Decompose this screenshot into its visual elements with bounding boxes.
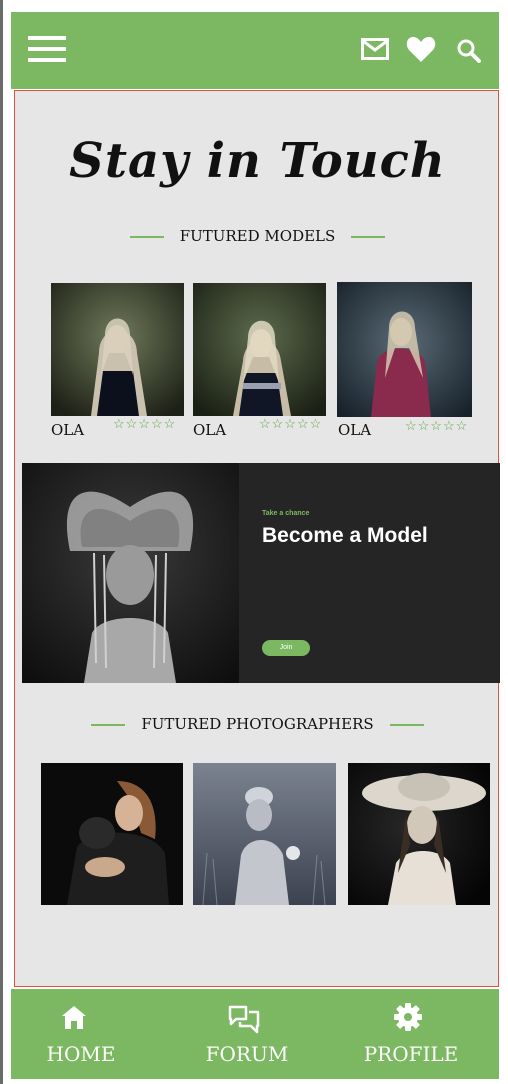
model-photo[interactable] [193,283,326,416]
banner-photo [22,463,239,683]
model-name[interactable]: OLA [338,421,371,439]
photographer-photo[interactable] [41,763,183,905]
model-name[interactable]: OLA [51,421,84,439]
become-model-banner: Take a chance Become a Model Join [22,463,500,683]
photographer-photo[interactable] [193,763,336,905]
rating-stars: ☆☆☆☆☆ [405,419,469,434]
banner-title: Become a Model [262,524,428,547]
featured-photographers-heading: FUTURED PHOTOGRAPHERS [15,715,500,733]
top-bar [11,12,499,89]
heart-icon[interactable] [406,36,436,63]
mail-icon[interactable] [361,38,389,60]
featured-models-label: FUTURED MODELS [179,227,336,245]
nav-home[interactable]: HOME [1,989,161,1079]
nav-profile-label: PROFILE [363,1042,459,1066]
nav-forum-label: FORUM [205,1042,289,1066]
banner-kicker: Take a chance [262,510,310,517]
nav-profile[interactable]: PROFILE [331,989,491,1079]
hamburger-icon[interactable] [28,36,66,64]
rating-stars: ☆☆☆☆☆ [113,417,177,432]
gear-icon [394,1003,422,1031]
model-photo[interactable] [51,283,184,416]
window-edge [0,0,3,1084]
nav-home-label: HOME [46,1042,116,1066]
page-title: Stay in Touch [69,133,446,189]
featured-photographers-label: FUTURED PHOTOGRAPHERS [141,715,374,733]
model-photo[interactable] [337,282,472,417]
bottom-nav: HOME FORUM PROFILE [11,989,499,1079]
featured-models-heading: FUTURED MODELS [15,227,500,245]
content-area: Stay in Touch FUTURED MODELS OLA ☆☆☆☆☆ O… [14,90,500,987]
home-icon [62,1006,86,1029]
search-icon[interactable] [457,39,481,63]
forum-icon [228,1005,260,1034]
join-button[interactable]: Join [262,640,310,656]
rating-stars: ☆☆☆☆☆ [259,417,323,432]
nav-forum[interactable]: FORUM [167,989,327,1079]
model-name[interactable]: OLA [193,421,226,439]
photographer-photo[interactable] [348,763,490,905]
